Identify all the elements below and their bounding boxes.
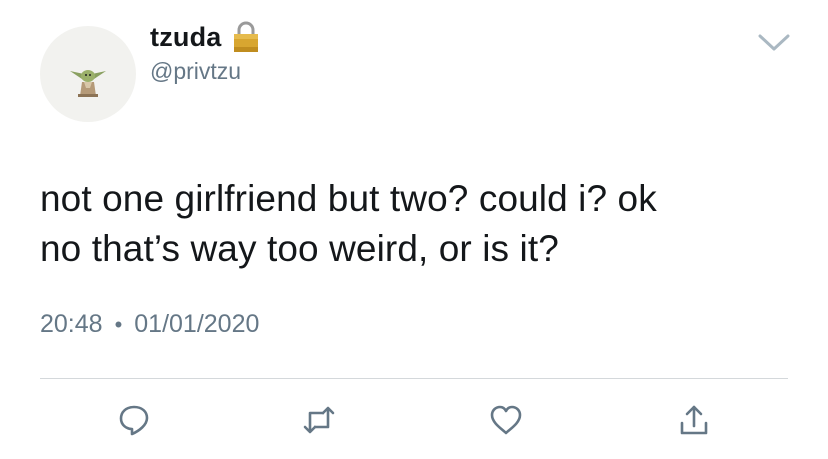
- user-name-row: tzuda: [150, 20, 260, 54]
- share-button[interactable]: [672, 398, 716, 442]
- chevron-down-icon[interactable]: [756, 30, 792, 54]
- user-handle[interactable]: @privtzu: [150, 58, 241, 85]
- reply-button[interactable]: [112, 398, 156, 442]
- divider: [40, 378, 788, 379]
- tweet-time: 20:48: [40, 310, 103, 338]
- separator-dot: •: [114, 311, 123, 337]
- like-icon: [490, 405, 522, 435]
- tweet-text-line: not one girlfriend but two? could i? ok: [40, 178, 657, 219]
- tweet-text: not one girlfriend but two? could i? ok …: [40, 174, 800, 274]
- share-icon: [680, 405, 708, 435]
- reply-icon: [119, 405, 149, 436]
- retweet-button[interactable]: [297, 398, 341, 442]
- avatar[interactable]: [40, 26, 136, 122]
- tweet-date: 01/01/2020: [134, 310, 260, 338]
- tweet-text-line: no that’s way too weird, or is it?: [40, 228, 559, 269]
- like-button[interactable]: [484, 398, 528, 442]
- retweet-icon: [303, 406, 335, 434]
- tweet-timestamp: 20:48 • 01/01/2020: [40, 310, 259, 339]
- lock-icon: [233, 21, 258, 52]
- tweet-actions: [0, 398, 828, 448]
- yoda-avatar-icon: [70, 70, 106, 97]
- display-name[interactable]: tzuda: [150, 22, 222, 53]
